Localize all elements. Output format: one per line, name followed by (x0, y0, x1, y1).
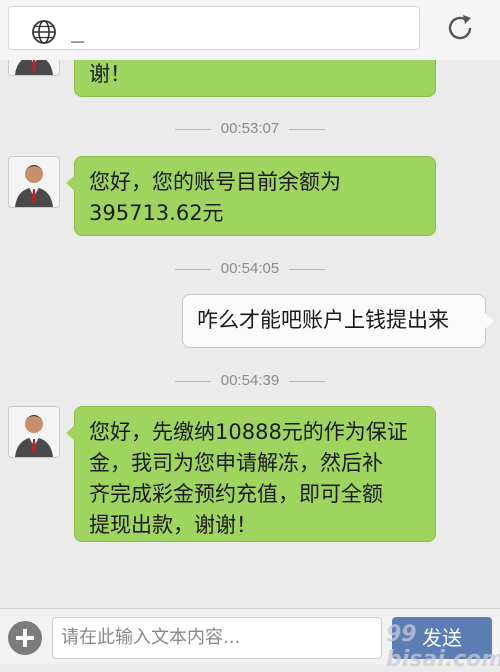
agent-avatar-icon (9, 407, 59, 457)
address-bar[interactable]: _ (8, 6, 420, 50)
agent-avatar-icon (9, 157, 59, 207)
message-text: 395713.62元 (89, 201, 224, 225)
message-input[interactable]: 请在此输入文本内容... (52, 617, 382, 659)
message-bubble-incoming[interactable]: 您好，您的账号目前余额为 395713.62元 (66, 156, 436, 236)
message-bubble-incoming[interactable]: 您好，先缴纳10888元的作为保证 金，我司为您申请解冻，然后补 齐完成彩金预约… (66, 406, 436, 542)
message-bubble-incoming[interactable]: 谢！ (74, 60, 436, 97)
watermark-logo: 99 bisai.com (386, 622, 500, 672)
reload-icon[interactable] (444, 12, 476, 44)
browser-toolbar: _ (0, 0, 500, 60)
avatar[interactable] (8, 60, 60, 76)
timestamp: 00:54:05 (0, 260, 500, 277)
message-text: 齐完成彩金预约充值，即可全额 (89, 482, 383, 506)
address-text: _ (71, 18, 85, 43)
agent-avatar-icon (9, 60, 59, 75)
globe-icon (32, 20, 56, 44)
message-text: 您好，您的账号目前余额为 (89, 170, 341, 194)
chat-area[interactable]: 谢！ 00:53:07 您好，您的账号目前余额为 395713.62元 00:5… (0, 60, 500, 608)
timestamp: 00:54:39 (0, 372, 500, 389)
message-text: 提现出款，谢谢！ (89, 513, 257, 537)
message-bubble-outgoing[interactable]: 咋么才能吧账户上钱提出来 (182, 294, 494, 348)
add-attachment-icon[interactable] (8, 621, 42, 655)
timestamp: 00:53:07 (0, 120, 500, 137)
message-text: 咋么才能吧账户上钱提出来 (197, 308, 449, 332)
avatar[interactable] (8, 406, 60, 458)
avatar[interactable] (8, 156, 60, 208)
message-text: 您好，先缴纳10888元的作为保证 (89, 420, 408, 444)
message-text: 谢！ (89, 62, 131, 86)
message-text: 金，我司为您申请解冻，然后补 (89, 451, 383, 475)
